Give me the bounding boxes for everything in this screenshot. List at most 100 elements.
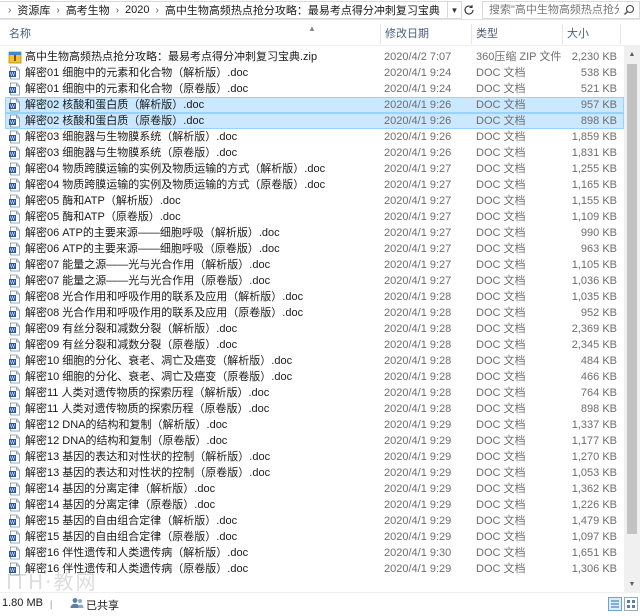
file-name[interactable]: 解密10 细胞的分化、衰老、凋亡及癌变（原卷版）.doc bbox=[25, 369, 380, 385]
doc-icon: W bbox=[8, 274, 22, 288]
file-name[interactable]: 解密15 基因的自由组合定律（解析版）.doc bbox=[25, 513, 380, 529]
column-type[interactable]: 类型 bbox=[476, 22, 498, 46]
svg-text:W: W bbox=[10, 328, 15, 334]
column-divider[interactable] bbox=[380, 24, 381, 44]
file-row[interactable]: W 解密07 能量之源——光与光合作用（原卷版）.doc 2020/4/1 9:27… bbox=[0, 273, 640, 289]
breadcrumb-separator-icon[interactable]: › bbox=[8, 5, 11, 16]
column-divider[interactable] bbox=[471, 24, 472, 44]
file-row[interactable]: 高中生物高频热点抢分攻略：最易考点得分冲刺复习宝典.zip 2020/4/2 7:… bbox=[0, 49, 640, 65]
file-name[interactable]: 解密11 人类对遗传物质的探索历程（解析版）.doc bbox=[25, 385, 380, 401]
file-name[interactable]: 解密09 有丝分裂和减数分裂（解析版）.doc bbox=[25, 321, 380, 337]
file-row[interactable]: W 解密09 有丝分裂和减数分裂（解析版）.doc 2020/4/1 9:28 DOC… bbox=[0, 321, 640, 337]
file-row[interactable]: W 解密02 核酸和蛋白质（原卷版）.doc 2020/4/1 9:26 DOC 文档… bbox=[0, 113, 640, 129]
file-row[interactable]: W 解密12 DNA的结构和复制（原卷版）.doc 2020/4/1 9:29 DOC… bbox=[0, 433, 640, 449]
file-name[interactable]: 解密15 基因的自由组合定律（原卷版）.doc bbox=[25, 529, 380, 545]
column-divider[interactable] bbox=[562, 24, 563, 44]
file-row[interactable]: W 解密06 ATP的主要来源——细胞呼吸（解析版）.doc 2020/4/1 9:… bbox=[0, 225, 640, 241]
file-row[interactable]: W 解密01 细胞中的元素和化合物（解析版）.doc 2020/4/1 9:24 DO… bbox=[0, 65, 640, 81]
file-name[interactable]: 解密13 基因的表达和对性状的控制（原卷版）.doc bbox=[25, 465, 380, 481]
file-name[interactable]: 解密06 ATP的主要来源——细胞呼吸（解析版）.doc bbox=[25, 225, 380, 241]
file-row[interactable]: W 解密08 光合作用和呼吸作用的联系及应用（原卷版）.doc 2020/4/1 9… bbox=[0, 305, 640, 321]
search-box[interactable] bbox=[482, 1, 640, 19]
details-view-button[interactable] bbox=[608, 597, 622, 611]
file-row[interactable]: W 解密10 细胞的分化、衰老、凋亡及癌变（解析版）.doc 2020/4/1 9:… bbox=[0, 353, 640, 369]
file-row[interactable]: W 解密14 基因的分离定律（原卷版）.doc 2020/4/1 9:29 DOC 文… bbox=[0, 497, 640, 513]
svg-text:W: W bbox=[10, 312, 15, 318]
file-row[interactable]: W 解密01 细胞中的元素和化合物（原卷版）.doc 2020/4/1 9:24 DO… bbox=[0, 81, 640, 97]
file-row[interactable]: W 解密02 核酸和蛋白质（解析版）.doc 2020/4/1 9:26 DOC 文档… bbox=[0, 97, 640, 113]
file-name[interactable]: 解密14 基因的分离定律（原卷版）.doc bbox=[25, 497, 380, 513]
file-name[interactable]: 解密06 ATP的主要来源——细胞呼吸（原卷版）.doc bbox=[25, 241, 380, 257]
column-date[interactable]: 修改日期 bbox=[385, 22, 429, 46]
file-type: DOC 文档 bbox=[476, 499, 526, 511]
file-name[interactable]: 解密16 伴性遗传和人类遗传病（解析版）.doc bbox=[25, 545, 380, 561]
file-name[interactable]: 解密07 能量之源——光与光合作用（原卷版）.doc bbox=[25, 273, 380, 289]
file-name[interactable]: 解密03 细胞器与生物膜系统（解析版）.doc bbox=[25, 129, 380, 145]
file-name[interactable]: 解密08 光合作用和呼吸作用的联系及应用（原卷版）.doc bbox=[25, 305, 380, 321]
file-row[interactable]: W 解密04 物质跨膜运输的实例及物质运输的方式（原卷版）.doc 2020/4/1… bbox=[0, 177, 640, 193]
file-name[interactable]: 解密04 物质跨膜运输的实例及物质运输的方式（原卷版）.doc bbox=[25, 177, 380, 193]
large-icons-view-button[interactable] bbox=[624, 597, 638, 611]
doc-icon: W bbox=[8, 434, 22, 448]
breadcrumb-separator-icon[interactable]: › bbox=[156, 5, 159, 16]
file-row[interactable]: W 解密13 基因的表达和对性状的控制（原卷版）.doc 2020/4/1 9:29… bbox=[0, 465, 640, 481]
file-name[interactable]: 解密02 核酸和蛋白质（解析版）.doc bbox=[25, 97, 380, 113]
file-name[interactable]: 解密01 细胞中的元素和化合物（原卷版）.doc bbox=[25, 81, 380, 97]
file-row[interactable]: W 解密09 有丝分裂和减数分裂（原卷版）.doc 2020/4/1 9:28 DOC… bbox=[0, 337, 640, 353]
file-row[interactable]: W 解密07 能量之源——光与光合作用（解析版）.doc 2020/4/1 9:27… bbox=[0, 257, 640, 273]
breadcrumb-item[interactable]: 高中生物高频热点抢分攻略：最易考点得分冲刺复习宝典 bbox=[165, 2, 440, 18]
file-name[interactable]: 解密12 DNA的结构和复制（解析版）.doc bbox=[25, 417, 380, 433]
file-row[interactable]: W 解密06 ATP的主要来源——细胞呼吸（原卷版）.doc 2020/4/1 9:… bbox=[0, 241, 640, 257]
column-size[interactable]: 大小 bbox=[567, 22, 589, 46]
file-size: 2,369 KB bbox=[571, 323, 617, 335]
breadcrumb-item[interactable]: 2020 bbox=[125, 4, 149, 16]
file-name[interactable]: 解密12 DNA的结构和复制（原卷版）.doc bbox=[25, 433, 380, 449]
breadcrumb-separator-icon[interactable]: › bbox=[56, 5, 59, 16]
file-name[interactable]: 解密14 基因的分离定律（解析版）.doc bbox=[25, 481, 380, 497]
vertical-scrollbar[interactable]: ▲ ▼ bbox=[624, 46, 640, 592]
scroll-up-icon[interactable]: ▲ bbox=[624, 46, 640, 62]
scrollbar-thumb[interactable] bbox=[627, 64, 637, 534]
file-name[interactable]: 解密11 人类对遗传物质的探索历程（原卷版）.doc bbox=[25, 401, 380, 417]
refresh-button[interactable] bbox=[460, 1, 478, 19]
search-input[interactable] bbox=[489, 4, 619, 16]
file-name[interactable]: 解密03 细胞器与生物膜系统（原卷版）.doc bbox=[25, 145, 380, 161]
file-name[interactable]: 解密02 核酸和蛋白质（原卷版）.doc bbox=[25, 113, 380, 129]
file-name[interactable]: 解密07 能量之源——光与光合作用（解析版）.doc bbox=[25, 257, 380, 273]
scroll-down-icon[interactable]: ▼ bbox=[624, 576, 640, 592]
file-row[interactable]: W 解密08 光合作用和呼吸作用的联系及应用（解析版）.doc 2020/4/1 9… bbox=[0, 289, 640, 305]
breadcrumb: › 资源库 › 高考生物 › 2020 › 高中生物高频热点抢分攻略：最易考点得分冲刺复习宝典 bbox=[0, 1, 448, 19]
breadcrumb-separator-icon[interactable]: › bbox=[116, 5, 119, 16]
file-name[interactable]: 解密10 细胞的分化、衰老、凋亡及癌变（解析版）.doc bbox=[25, 353, 380, 369]
file-row[interactable]: W 解密15 基因的自由组合定律（原卷版）.doc 2020/4/1 9:29 DOC… bbox=[0, 529, 640, 545]
breadcrumb-item[interactable]: 资源库 bbox=[17, 2, 50, 18]
file-row[interactable]: W 解密11 人类对遗传物质的探索历程（原卷版）.doc 2020/4/1 9:28… bbox=[0, 401, 640, 417]
file-row[interactable]: W 解密04 物质跨膜运输的实例及物质运输的方式（解析版）.doc 2020/4/1… bbox=[0, 161, 640, 177]
file-row[interactable]: W 解密03 细胞器与生物膜系统（原卷版）.doc 2020/4/1 9:26 DOC… bbox=[0, 145, 640, 161]
file-name[interactable]: 解密13 基因的表达和对性状的控制（解析版）.doc bbox=[25, 449, 380, 465]
file-name[interactable]: 解密05 酶和ATP（原卷版）.doc bbox=[25, 209, 380, 225]
file-row[interactable]: W 解密05 酶和ATP（原卷版）.doc 2020/4/1 9:27 DOC 文档 1… bbox=[0, 209, 640, 225]
file-name[interactable]: 高中生物高频热点抢分攻略：最易考点得分冲刺复习宝典.zip bbox=[25, 49, 380, 65]
file-name[interactable]: 解密01 细胞中的元素和化合物（解析版）.doc bbox=[25, 65, 380, 81]
file-row[interactable]: W 解密05 酶和ATP（解析版）.doc 2020/4/1 9:27 DOC 文档 1… bbox=[0, 193, 640, 209]
file-name[interactable]: 解密05 酶和ATP（解析版）.doc bbox=[25, 193, 380, 209]
shared-status: 已共享 bbox=[86, 600, 119, 612]
column-divider[interactable] bbox=[620, 24, 621, 44]
file-row[interactable]: W 解密16 伴性遗传和人类遗传病（解析版）.doc 2020/4/1 9:30 DO… bbox=[0, 545, 640, 561]
file-row[interactable]: W 解密13 基因的表达和对性状的控制（解析版）.doc 2020/4/1 9:29… bbox=[0, 449, 640, 465]
column-name[interactable]: 名称 bbox=[9, 22, 31, 46]
breadcrumb-item[interactable]: 高考生物 bbox=[66, 2, 110, 18]
search-icon[interactable] bbox=[623, 4, 635, 16]
file-name[interactable]: 解密04 物质跨膜运输的实例及物质运输的方式（解析版）.doc bbox=[25, 161, 380, 177]
file-row[interactable]: W 解密12 DNA的结构和复制（解析版）.doc 2020/4/1 9:29 DOC… bbox=[0, 417, 640, 433]
file-row[interactable]: W 解密11 人类对遗传物质的探索历程（解析版）.doc 2020/4/1 9:28… bbox=[0, 385, 640, 401]
file-size: 1,306 KB bbox=[571, 563, 617, 575]
file-row[interactable]: W 解密14 基因的分离定律（解析版）.doc 2020/4/1 9:29 DOC 文… bbox=[0, 481, 640, 497]
file-type: DOC 文档 bbox=[476, 435, 526, 447]
file-row[interactable]: W 解密15 基因的自由组合定律（解析版）.doc 2020/4/1 9:29 DOC… bbox=[0, 513, 640, 529]
file-row[interactable]: W 解密03 细胞器与生物膜系统（解析版）.doc 2020/4/1 9:26 DOC… bbox=[0, 129, 640, 145]
file-name[interactable]: 解密08 光合作用和呼吸作用的联系及应用（解析版）.doc bbox=[25, 289, 380, 305]
file-row[interactable]: W 解密10 细胞的分化、衰老、凋亡及癌变（原卷版）.doc 2020/4/1 9:… bbox=[0, 369, 640, 385]
file-name[interactable]: 解密09 有丝分裂和减数分裂（原卷版）.doc bbox=[25, 337, 380, 353]
